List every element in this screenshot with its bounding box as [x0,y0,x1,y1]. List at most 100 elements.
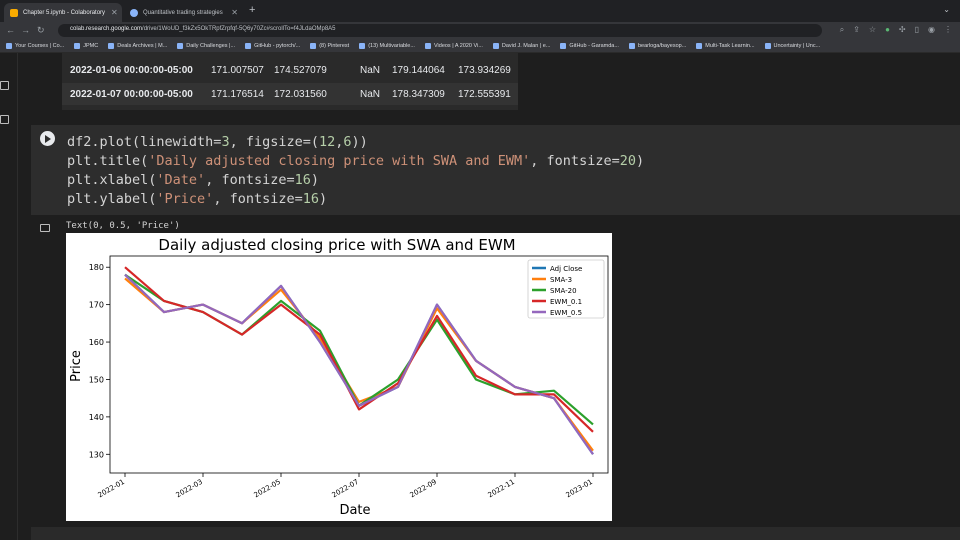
bookmark-item[interactable]: GitHub - Garamda... [560,42,619,49]
chart-title: Daily adjusted closing price with SWA an… [158,236,515,254]
table-cell: 172.031560 [274,89,327,100]
y-tick-label: 150 [89,375,104,384]
code-number: 20 [619,153,636,169]
code-token: )) [351,134,368,150]
dataframe-output: 2022-01-06 00:00:00-05:00 171.007507 174… [62,53,518,110]
code-token: , fontsize= [530,153,620,169]
run-cell-button[interactable] [40,131,55,146]
bookmark-item[interactable]: David J. Malan | e... [492,42,551,49]
table-cell: 171.176514 [211,89,264,100]
address-bar[interactable]: colab.research.google.com/drive/1WoUD_f3… [58,24,822,37]
tab-label: Quantitative trading strategies [143,9,223,16]
x-tick-label: 2022-11 [487,478,516,500]
colab-icon [10,8,18,17]
bookmark-icon [696,42,703,49]
star-icon[interactable]: ☆ [869,25,876,35]
code-token: plt.title( [67,153,149,169]
url-host: colab.research.google.com [70,26,143,32]
forward-icon[interactable]: → [21,25,30,35]
new-tab-icon[interactable]: + [249,4,255,16]
bookmark-icon [108,42,115,49]
share-icon[interactable]: ⇪ [853,25,860,35]
bookmark-label: GitHub - Garamda... [569,42,619,49]
bookmark-item[interactable]: Uncertainty | Unc... [764,42,820,49]
code-snippets-icon[interactable] [0,115,9,124]
y-axis-label: Price [69,350,84,382]
code-string: 'Price' [156,191,214,207]
bookmark-item[interactable]: (13) Multivariable... [359,42,415,49]
code-token: df2.plot(linewidth= [67,134,222,150]
extension-icon[interactable]: ● [885,25,890,35]
bookmark-label: (8) Pinterest [319,42,350,49]
table-cell: 179.144064 [392,65,445,76]
bookmark-label: JPMC [83,42,99,49]
bookmark-item[interactable]: Daily Challenges |... [177,42,236,49]
zoom-icon[interactable]: ⌕ [840,25,844,35]
bookmark-item[interactable]: Multi-Task Learnin... [696,42,755,49]
tab-search-icon[interactable]: ⌄ [943,5,950,14]
bookmark-item[interactable]: (8) Pinterest [310,42,350,49]
plot-output: Daily adjusted closing price with SWA an… [66,233,612,521]
table-row: 2022-01-07 00:00:00-05:00 171.176514 172… [62,83,518,105]
x-tick-label: 2022-07 [331,478,360,500]
bookmark-label: Daily Challenges |... [186,42,236,49]
y-tick-label: 170 [89,301,104,310]
bookmark-item[interactable]: bearloga/bayesop... [628,42,687,49]
row-index: 2022-01-07 00:00:00-05:00 [70,89,193,100]
table-cell: 178.347309 [392,89,445,100]
back-icon[interactable]: ← [6,25,15,35]
table-cell: 173.934269 [458,65,511,76]
tab-quant[interactable]: Quantitative trading strategies ✕ [124,3,244,22]
code-number: 3 [221,134,230,150]
output-text: Text(0, 0.5, 'Price') [66,221,180,231]
bookmark-item[interactable]: Your Courses | Co... [6,42,65,49]
row-index: 2022-01-06 00:00:00-05:00 [70,65,193,76]
y-tick-label: 160 [89,338,104,347]
bookmark-label: Deals Archives | M... [117,42,168,49]
code-token: plt.xlabel( [67,172,157,188]
puzzle-icon[interactable]: ✣ [899,25,906,35]
files-icon[interactable] [0,81,9,90]
output-icon[interactable] [40,224,50,232]
code-token: ) [318,191,328,207]
bookmark-icon [424,42,431,49]
bookmark-label: Your Courses | Co... [15,42,65,49]
x-tick-label: 2022-01 [97,478,126,500]
code-number: 16 [294,172,311,188]
menu-icon[interactable]: ⋮ [944,25,952,35]
table-cell: 172.555391 [458,89,511,100]
bookmark-item[interactable]: Deals Archives | M... [108,42,168,49]
code-editor[interactable]: df2.plot(linewidth=3, figsize=(12,6)) pl… [67,133,644,209]
bookmark-label: bearloga/bayesop... [637,42,687,49]
bookmark-icon [74,42,81,49]
browser-tab-bar: Chapter 5.ipynb - Colaboratory ✕ Quantit… [0,0,960,22]
sidepanel-icon[interactable]: ▯ [915,25,919,35]
y-tick-label: 140 [89,413,104,422]
y-tick-label: 130 [89,450,104,459]
x-tick-label: 2023-01 [565,478,594,500]
reload-icon[interactable]: ↻ [37,25,45,36]
legend-label: EWM_0.5 [550,309,582,317]
bookmark-label: GitHub - pytorch/... [254,42,301,49]
x-tick-label: 2022-03 [175,478,204,500]
close-icon[interactable]: ✕ [225,8,238,17]
bookmark-item[interactable]: Videos | A 2020 Vi... [424,42,483,49]
bookmark-icon [310,42,317,49]
bookmarks-bar: Your Courses | Co... JPMC Deals Archives… [0,39,960,53]
code-string: 'Date' [156,172,206,188]
bookmark-item[interactable]: JPMC [74,42,99,49]
close-icon[interactable]: ✕ [105,8,118,17]
code-number: 12 [318,134,336,150]
bookmark-item[interactable]: GitHub - pytorch/... [245,42,301,49]
legend-label: SMA-20 [550,287,577,295]
profile-icon[interactable]: ◉ [928,25,935,35]
bookmark-label: David J. Malan | e... [501,42,551,49]
code-token: , figsize=( [229,134,319,150]
table-cell: 174.527079 [274,65,327,76]
x-axis-label: Date [339,503,370,518]
page-icon [130,8,138,17]
tab-colab[interactable]: Chapter 5.ipynb - Colaboratory ✕ [4,3,122,22]
code-number: 16 [302,191,319,207]
bookmark-icon [177,42,184,49]
code-number: 6 [343,134,352,150]
